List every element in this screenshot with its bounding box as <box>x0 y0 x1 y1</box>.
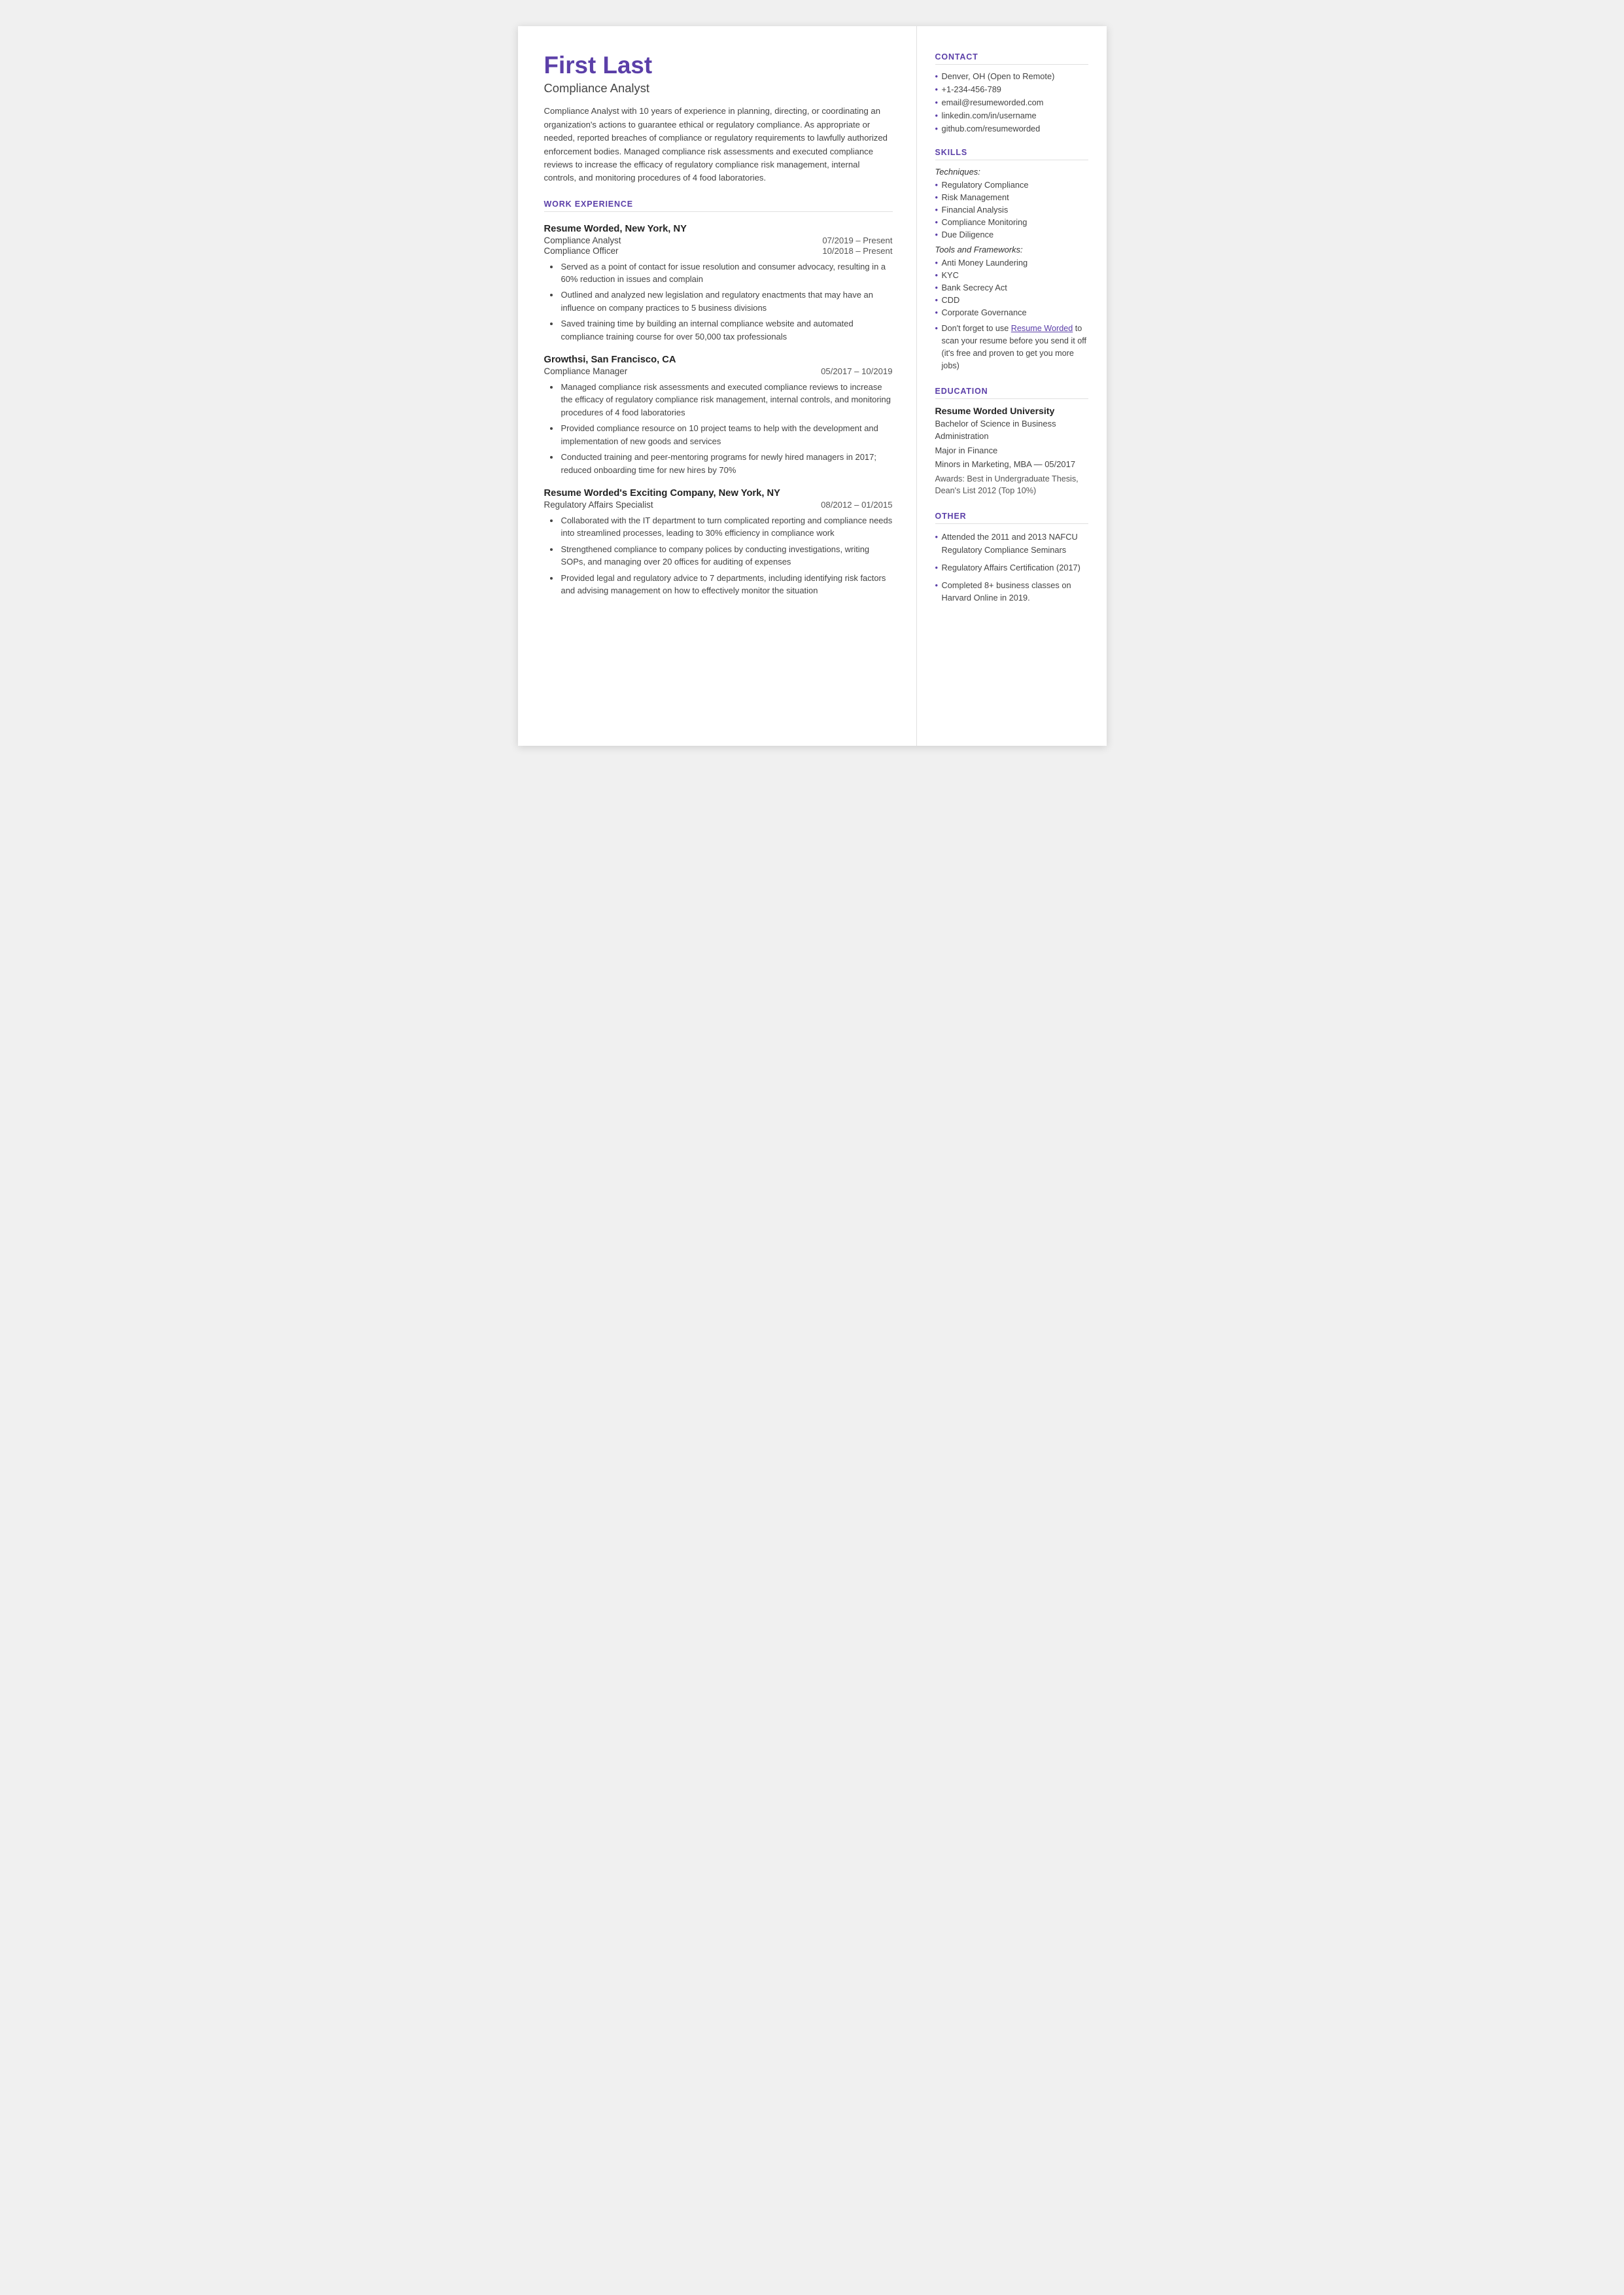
skill-tool-1: KYC <box>935 270 1088 280</box>
bullet-1-2: Outlined and analyzed new legislation an… <box>560 289 893 314</box>
job-date-2a: 05/2017 – 10/2019 <box>821 366 892 376</box>
bullets-2: Managed compliance risk assessments and … <box>551 381 893 476</box>
contact-item-3: linkedin.com/in/username <box>935 111 1088 120</box>
skill-tool-0: Anti Money Laundering <box>935 258 1088 268</box>
contact-item-1: +1-234-456-789 <box>935 84 1088 94</box>
techniques-label: Techniques: <box>935 167 1088 177</box>
edu-major: Major in Finance <box>935 444 1088 457</box>
bullet-3-2: Strengthened compliance to company polic… <box>560 543 893 569</box>
candidate-summary: Compliance Analyst with 10 years of expe… <box>544 105 893 184</box>
left-column: First Last Compliance Analyst Compliance… <box>518 26 917 746</box>
contact-item-4: github.com/resumeworded <box>935 124 1088 133</box>
bullet-3-1: Collaborated with the IT department to t… <box>560 514 893 540</box>
work-experience-section: Resume Worded, New York, NY Compliance A… <box>544 224 893 597</box>
job-title-1a: Compliance Analyst <box>544 236 621 245</box>
bullet-1-1: Served as a point of contact for issue r… <box>560 260 893 286</box>
skill-tool-4: Corporate Governance <box>935 307 1088 317</box>
tools-list: Anti Money Laundering KYC Bank Secrecy A… <box>935 258 1088 317</box>
bullet-2-1: Managed compliance risk assessments and … <box>560 381 893 419</box>
contact-section: CONTACT Denver, OH (Open to Remote) +1-2… <box>935 52 1088 133</box>
company-name-3: Resume Worded's Exciting Company, New Yo… <box>544 488 893 499</box>
edu-school: Resume Worded University <box>935 406 1088 416</box>
skill-technique-2: Financial Analysis <box>935 205 1088 215</box>
contact-list: Denver, OH (Open to Remote) +1-234-456-7… <box>935 71 1088 133</box>
bullet-2-3: Conducted training and peer-mentoring pr… <box>560 451 893 476</box>
job-row-1a: Compliance Analyst 07/2019 – Present <box>544 236 893 245</box>
bullet-2-2: Provided compliance resource on 10 proje… <box>560 422 893 447</box>
skill-technique-1: Risk Management <box>935 192 1088 202</box>
candidate-title: Compliance Analyst <box>544 81 893 96</box>
bullet-1-3: Saved training time by building an inter… <box>560 317 893 343</box>
company-name-2: Growthsi, San Francisco, CA <box>544 355 893 365</box>
job-date-1b: 10/2018 – Present <box>822 246 892 256</box>
skills-section: SKILLS Techniques: Regulatory Compliance… <box>935 148 1088 372</box>
skills-note: Don't forget to use Resume Worded to sca… <box>935 323 1088 372</box>
edu-degree: Bachelor of Science in Business Administ… <box>935 417 1088 443</box>
edu-minors: Minors in Marketing, MBA — 05/2017 <box>935 458 1088 470</box>
job-date-1a: 07/2019 – Present <box>822 236 892 245</box>
other-list: Attended the 2011 and 2013 NAFCU Regulat… <box>935 531 1088 604</box>
skill-technique-0: Regulatory Compliance <box>935 180 1088 190</box>
tools-label: Tools and Frameworks: <box>935 245 1088 254</box>
education-label: EDUCATION <box>935 387 1088 399</box>
skill-technique-3: Compliance Monitoring <box>935 217 1088 227</box>
bullets-1: Served as a point of contact for issue r… <box>551 260 893 343</box>
job-title-1b: Compliance Officer <box>544 246 619 256</box>
skill-tool-2: Bank Secrecy Act <box>935 283 1088 292</box>
other-item-2: Completed 8+ business classes on Harvard… <box>935 579 1088 604</box>
contact-item-0: Denver, OH (Open to Remote) <box>935 71 1088 81</box>
job-title-3a: Regulatory Affairs Specialist <box>544 500 653 510</box>
contact-label: CONTACT <box>935 52 1088 65</box>
bullet-3-3: Provided legal and regulatory advice to … <box>560 572 893 597</box>
other-label: OTHER <box>935 512 1088 524</box>
job-title-2a: Compliance Manager <box>544 366 628 376</box>
resume-document: First Last Compliance Analyst Compliance… <box>518 26 1107 746</box>
job-row-2a: Compliance Manager 05/2017 – 10/2019 <box>544 366 893 376</box>
education-section: EDUCATION Resume Worded University Bache… <box>935 387 1088 498</box>
skill-tool-3: CDD <box>935 295 1088 305</box>
job-row-1b: Compliance Officer 10/2018 – Present <box>544 246 893 256</box>
job-row-3a: Regulatory Affairs Specialist 08/2012 – … <box>544 500 893 510</box>
edu-awards: Awards: Best in Undergraduate Thesis, De… <box>935 473 1088 498</box>
other-section: OTHER Attended the 2011 and 2013 NAFCU R… <box>935 512 1088 604</box>
techniques-list: Regulatory Compliance Risk Management Fi… <box>935 180 1088 239</box>
job-date-3a: 08/2012 – 01/2015 <box>821 500 892 510</box>
skills-label: SKILLS <box>935 148 1088 160</box>
contact-item-2: email@resumeworded.com <box>935 97 1088 107</box>
candidate-name: First Last <box>544 52 893 79</box>
skill-technique-4: Due Diligence <box>935 230 1088 239</box>
company-name-1: Resume Worded, New York, NY <box>544 224 893 234</box>
resume-worded-link[interactable]: Resume Worded <box>1011 324 1073 333</box>
work-experience-label: WORK EXPERIENCE <box>544 200 893 212</box>
other-item-0: Attended the 2011 and 2013 NAFCU Regulat… <box>935 531 1088 555</box>
bullets-3: Collaborated with the IT department to t… <box>551 514 893 597</box>
right-column: CONTACT Denver, OH (Open to Remote) +1-2… <box>917 26 1107 746</box>
other-item-1: Regulatory Affairs Certification (2017) <box>935 561 1088 574</box>
